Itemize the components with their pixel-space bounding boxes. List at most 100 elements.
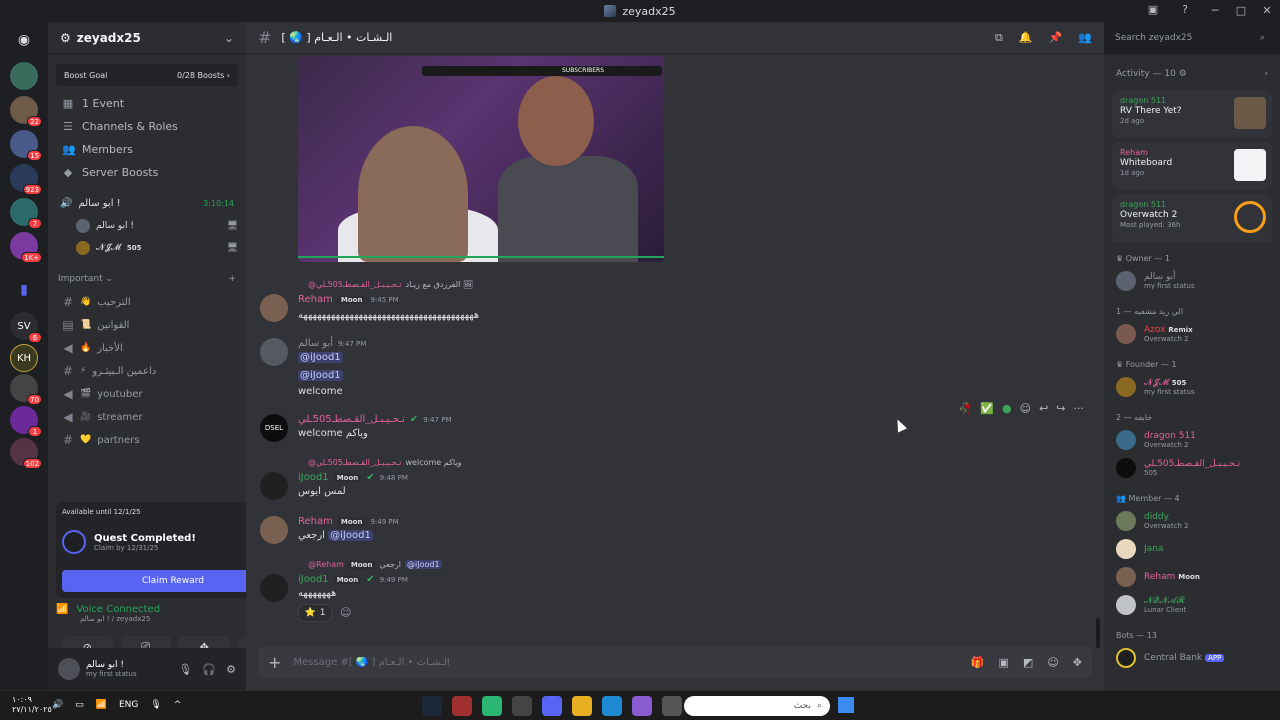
- taskbar-search[interactable]: بحث ⌕: [684, 696, 830, 716]
- reply-preview[interactable]: @تـحـيـبـل_القـصطـ505ـلي welcome وياكم: [308, 458, 461, 467]
- minimize-button[interactable]: ─: [1202, 0, 1228, 22]
- volume-icon[interactable]: 🔊: [52, 700, 63, 710]
- avatar[interactable]: [58, 658, 80, 680]
- threads-icon[interactable]: ⧉: [995, 31, 1003, 45]
- edge-icon[interactable]: [602, 696, 622, 716]
- user-mention[interactable]: @iJood1: [298, 370, 343, 381]
- member-item[interactable]: dragon 511 Overwatch 2: [1112, 426, 1272, 454]
- server-icon-4[interactable]: 923: [10, 164, 42, 195]
- channel-welcome[interactable]: # 👋 الترحيب: [56, 291, 238, 313]
- help-icon[interactable]: ?: [1178, 3, 1192, 17]
- member-item[interactable]: 𝓝𝓙𝓜 505 my first status: [1112, 373, 1272, 401]
- avatar[interactable]: [260, 472, 288, 500]
- server-zeyadx25[interactable]: [10, 62, 38, 90]
- nav-server-boosts[interactable]: ◆ Server Boosts: [56, 161, 238, 183]
- server-icon-3[interactable]: 15: [10, 130, 42, 161]
- check-react-icon[interactable]: ✅: [980, 402, 994, 415]
- member-item[interactable]: أبو سالم my first status: [1112, 267, 1272, 295]
- server-icon-11[interactable]: 102: [10, 438, 42, 469]
- folder-icon[interactable]: ▮: [10, 276, 38, 304]
- voice-channel[interactable]: 🔊 ابو سالم ! 3:10:14: [56, 193, 238, 213]
- add-reaction-icon[interactable]: ☺: [340, 606, 351, 619]
- app-icon[interactable]: [482, 696, 502, 716]
- microphone-icon[interactable]: 🎙: [178, 663, 192, 676]
- app-icon[interactable]: [512, 696, 532, 716]
- member-item[interactable]: Jana: [1112, 535, 1272, 563]
- activity-header[interactable]: Activity — 10 ⚙ ›: [1112, 62, 1272, 86]
- channel-supporters[interactable]: # ⚡ داعمين الـبيثـرو: [56, 360, 238, 382]
- avatar[interactable]: [260, 338, 288, 366]
- message-author[interactable]: Reham: [298, 516, 333, 527]
- server-icon-7[interactable]: SV 6: [10, 312, 42, 343]
- display-icon[interactable]: ▭: [75, 700, 84, 710]
- member-item[interactable]: تـحـيـبـل_القـصطـ505ـلي 505: [1112, 454, 1272, 482]
- clock[interactable]: ١٠:٠٩ ٢٧/١١/٢٠٢٥: [12, 695, 52, 715]
- user-mention[interactable]: @iJood1: [298, 352, 343, 363]
- gift-icon[interactable]: 🎁: [971, 656, 985, 669]
- add-channel-icon[interactable]: +: [228, 274, 236, 284]
- language-indicator[interactable]: ENG: [119, 700, 138, 710]
- message-author[interactable]: iJood1: [298, 472, 329, 483]
- channel-rules[interactable]: ▤ 📜 القوانين: [56, 314, 238, 336]
- chevron-up-icon[interactable]: ^: [174, 700, 182, 710]
- reaction-star[interactable]: ⭐ 1: [298, 604, 332, 622]
- pin-icon[interactable]: 📌: [1049, 31, 1063, 45]
- boost-goal[interactable]: Boost Goal 0/28 Boosts ›: [56, 64, 238, 86]
- member-item[interactable]: Reham Moon: [1112, 563, 1272, 591]
- gif-icon[interactable]: ▣: [999, 656, 1009, 669]
- avatar[interactable]: DSEL: [260, 414, 288, 442]
- voice-user[interactable]: 𝓝𝓙𝓜 505 🖥: [76, 237, 238, 259]
- server-icon-10[interactable]: 1: [10, 406, 42, 437]
- nav-events[interactable]: ▦ 1 Event: [56, 92, 238, 114]
- reply-preview[interactable]: @Reham Moon ارجعي @iJood1: [308, 560, 442, 569]
- server-icon-6[interactable]: 1K+: [10, 232, 42, 263]
- category-important[interactable]: Important ⌄ +: [56, 269, 238, 289]
- inbox-icon[interactable]: ▣: [1146, 3, 1160, 17]
- start-button[interactable]: [838, 697, 854, 713]
- message-author[interactable]: Reham: [298, 294, 333, 305]
- member-list-icon[interactable]: 👥: [1078, 31, 1092, 45]
- react-icon[interactable]: 🥀: [959, 402, 973, 415]
- nav-members[interactable]: 👥 Members: [56, 138, 238, 160]
- copilot-icon[interactable]: [632, 696, 652, 716]
- stream-image[interactable]: SUBSCRIBERS: [298, 56, 664, 262]
- reply-preview[interactable]: @تـحـيـبـل_القـصطـ505ـلي الفرزدق مع زيـا…: [308, 280, 473, 289]
- message-input[interactable]: [293, 656, 959, 668]
- avatar[interactable]: [260, 294, 288, 322]
- activity-card[interactable]: dragon 511 RV There Yet? 2d ago: [1112, 90, 1272, 138]
- avatar[interactable]: [260, 516, 288, 544]
- apps-icon[interactable]: ✥: [1073, 656, 1082, 669]
- app-icon[interactable]: [452, 696, 472, 716]
- emoji-icon[interactable]: ☺: [1020, 402, 1031, 415]
- activity-card[interactable]: Reham Whiteboard 1d ago: [1112, 142, 1272, 190]
- forward-icon[interactable]: ↪: [1056, 402, 1065, 415]
- emoji-icon[interactable]: ☺: [1047, 656, 1058, 669]
- close-button[interactable]: ✕: [1254, 0, 1280, 22]
- signal-icon[interactable]: 📶: [56, 604, 68, 615]
- discord-icon[interactable]: [542, 696, 562, 716]
- microphone-icon[interactable]: 🎙: [150, 700, 161, 710]
- avatar[interactable]: [260, 574, 288, 602]
- reply-icon[interactable]: ↩: [1039, 402, 1048, 415]
- bell-icon[interactable]: 🔔: [1019, 31, 1033, 45]
- headphones-icon[interactable]: 🎧: [202, 663, 216, 676]
- steam-icon[interactable]: [422, 696, 442, 716]
- chevron-right-icon[interactable]: ›: [1264, 69, 1268, 79]
- nav-channels-roles[interactable]: ☰ Channels & Roles: [56, 115, 238, 137]
- activity-card[interactable]: dragon 511 Overwatch 2 Most played: 36h: [1112, 194, 1272, 242]
- member-item[interactable]: Azox Remix Overwatch 2: [1112, 320, 1272, 348]
- sticker-icon[interactable]: ◩: [1023, 656, 1033, 669]
- guild-header[interactable]: ⚙ zeyadx25 ⌄: [48, 22, 246, 54]
- app-icon[interactable]: [662, 696, 682, 716]
- server-icon-9[interactable]: 70: [10, 374, 42, 405]
- message-author[interactable]: أبو سالم: [298, 338, 333, 349]
- scrollbar-thumb[interactable]: [1096, 618, 1100, 648]
- discord-home-icon[interactable]: ◉: [10, 26, 38, 54]
- server-icon-2[interactable]: 22: [10, 96, 42, 127]
- member-item[interactable]: diddy Overwatch 2: [1112, 507, 1272, 535]
- more-icon[interactable]: ···: [1074, 402, 1085, 415]
- maximize-button[interactable]: □: [1228, 0, 1254, 22]
- channel-streamer[interactable]: ◀ 🎥 streamer: [56, 406, 238, 428]
- member-item[interactable]: 𝓝𝓠𝓝𝓐𝓡 Lunar Client: [1112, 591, 1272, 619]
- channel-youtuber[interactable]: ◀ 🎬 youtuber: [56, 383, 238, 405]
